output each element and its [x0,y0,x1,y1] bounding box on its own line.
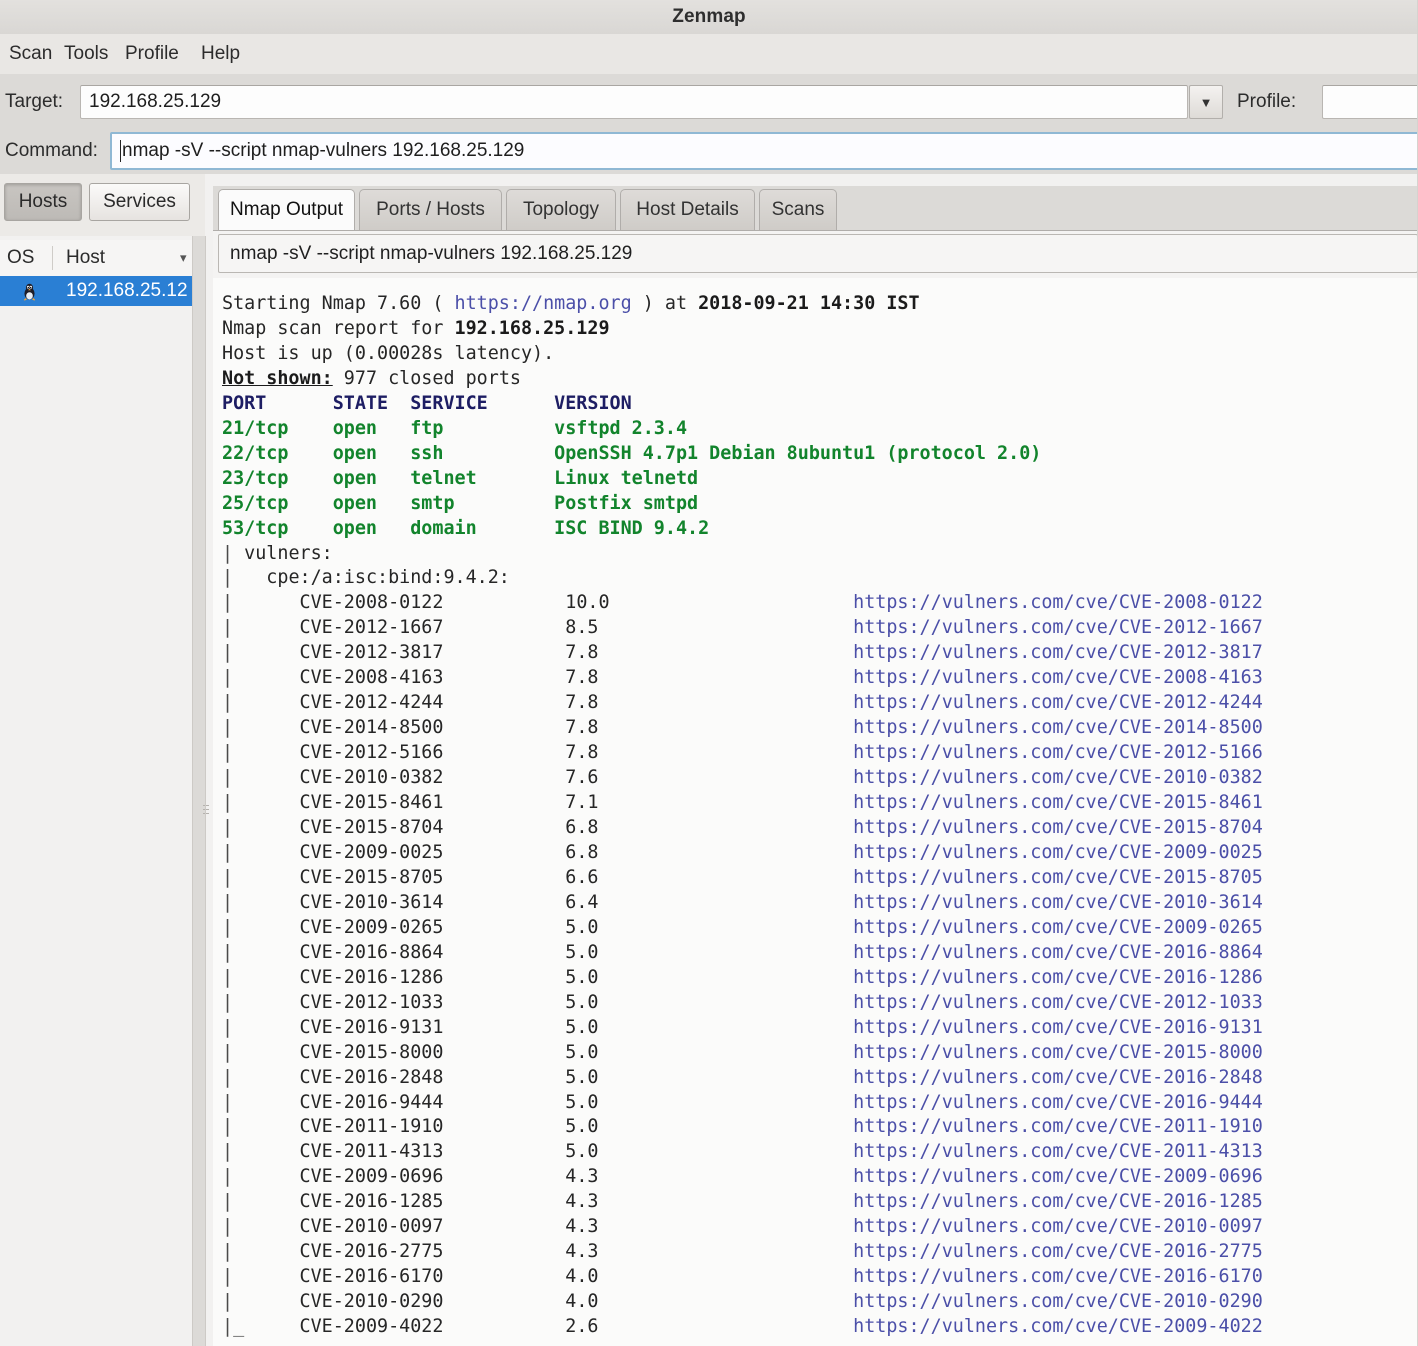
menu-help[interactable]: Help [194,34,247,74]
pane-splitter-grip[interactable] [203,805,209,819]
target-label: Target: [5,91,64,112]
sort-indicator-icon: ▾ [180,250,187,265]
target-input[interactable]: 192.168.25.129 [80,85,1188,119]
host-list-row-selected[interactable]: 192.168.25.12 [0,276,192,306]
target-input-value: 192.168.25.129 [89,91,222,112]
window-title: Zenmap [672,6,746,27]
tab-ports-hosts[interactable]: Ports / Hosts [359,189,502,230]
tab-strip: Nmap Output Ports / Hosts Topology Host … [213,186,1418,230]
menu-profile[interactable]: Profile [118,34,186,74]
host-list-empty-area [0,306,192,1346]
command-row: Command: nmap -sV --script nmap-vulners … [0,129,1418,174]
command-input[interactable]: nmap -sV --script nmap-vulners 192.168.2… [110,132,1418,170]
scan-command-display[interactable]: nmap -sV --script nmap-vulners 192.168.2… [218,234,1418,273]
chevron-down-icon: ▼ [1199,94,1213,110]
hosts-button[interactable]: Hosts [4,183,82,221]
title-bar: Zenmap [0,0,1418,35]
menu-tools[interactable]: Tools [57,34,115,74]
profile-input[interactable] [1322,85,1418,119]
menu-scan[interactable]: Scan [2,34,59,74]
text-cursor [120,140,121,162]
target-dropdown-button[interactable]: ▼ [1189,85,1223,119]
tab-nmap-output[interactable]: Nmap Output [218,189,355,230]
zenmap-window: Zenmap Scan Tools Profile Help Target: 1… [0,0,1418,1346]
command-label: Command: [5,140,98,161]
tab-host-details[interactable]: Host Details [620,189,755,230]
tab-scans[interactable]: Scans [759,189,837,230]
services-button[interactable]: Services [89,183,190,221]
host-service-toggle-bar: Hosts Services [0,174,205,236]
pane-splitter[interactable] [192,236,205,1346]
nmap-output-textview[interactable]: Starting Nmap 7.60 ( https://nmap.org ) … [213,278,1418,1346]
column-header-host[interactable]: Host [66,240,105,276]
command-input-value: nmap -sV --script nmap-vulners 192.168.2… [122,140,525,161]
column-header-os[interactable]: OS [7,240,34,276]
tab-topology[interactable]: Topology [506,189,616,230]
linux-penguin-icon [23,283,36,301]
nmap-output-text: Starting Nmap 7.60 ( https://nmap.org ) … [222,293,1263,1338]
right-pane-border [205,236,206,1346]
column-divider[interactable] [52,246,53,270]
left-pane-border [192,236,193,1346]
menu-bar: Scan Tools Profile Help [0,34,1418,75]
host-list-row-ip: 192.168.25.12 [66,280,188,301]
target-row: Target: 192.168.25.129 ▼ Profile: [0,74,1418,129]
host-list-header: OS Host ▾ [0,240,192,277]
profile-label: Profile: [1237,91,1297,112]
